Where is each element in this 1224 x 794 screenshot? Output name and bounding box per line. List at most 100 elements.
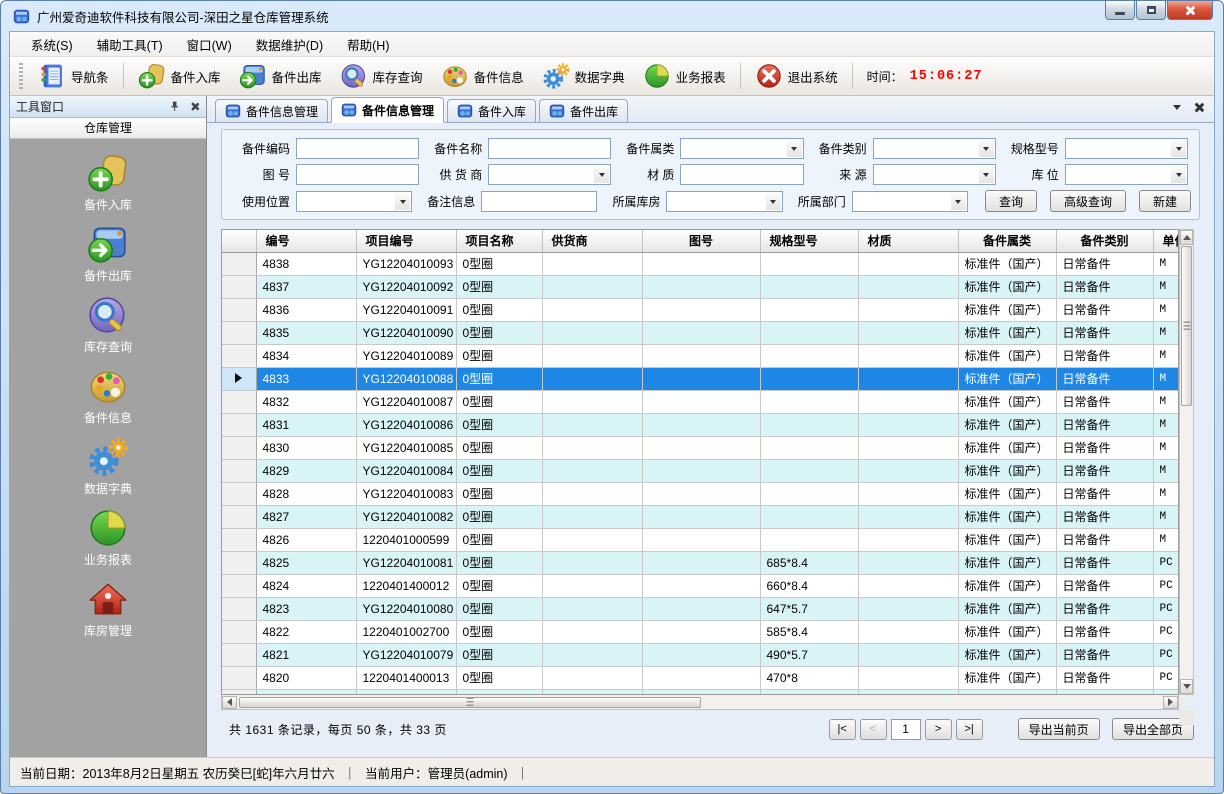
dropdown-arrow-icon[interactable] xyxy=(951,193,966,210)
filter-field-control[interactable] xyxy=(666,191,782,212)
close-button[interactable] xyxy=(1167,1,1213,20)
scroll-up-button[interactable] xyxy=(1180,230,1193,245)
menu-item[interactable]: 数据维护(D) xyxy=(245,32,334,57)
first-page-button[interactable]: |< xyxy=(829,719,856,740)
filter-button[interactable]: 新建 xyxy=(1139,190,1191,212)
toolbar-action-button[interactable]: 备件信息 xyxy=(433,59,532,93)
filter-field-control[interactable] xyxy=(296,138,419,159)
toolbar-grip[interactable] xyxy=(19,63,23,89)
menu-item[interactable]: 窗口(W) xyxy=(176,32,243,57)
scroll-left-button[interactable] xyxy=(222,696,237,709)
row-selector-cell[interactable] xyxy=(222,367,256,390)
row-selector-cell[interactable] xyxy=(222,620,256,643)
filter-field-control[interactable] xyxy=(481,191,597,212)
toolbar-action-button[interactable]: 数据字典 xyxy=(534,59,633,93)
row-selector-cell[interactable] xyxy=(222,459,256,482)
table-row[interactable]: 4822 1220401002700 0型圈 585*8.4 标准件（国产） xyxy=(222,620,1179,643)
table-row[interactable]: 4831 YG12204010086 0型圈 标准件（国产） xyxy=(222,413,1179,436)
table-row[interactable]: 4821 YG12204010079 0型圈 490*5.7 标准件（国产） xyxy=(222,643,1179,666)
dropdown-arrow-icon[interactable] xyxy=(1171,166,1186,183)
row-selector-cell[interactable] xyxy=(222,505,256,528)
dropdown-arrow-icon[interactable] xyxy=(594,166,609,183)
dropdown-arrow-icon[interactable] xyxy=(1171,140,1186,157)
filter-field-control[interactable] xyxy=(488,164,611,185)
filter-field-input[interactable] xyxy=(681,139,802,158)
sidebar-item[interactable]: 库房管理 xyxy=(84,578,132,639)
row-selector-cell[interactable] xyxy=(222,551,256,574)
table-row[interactable]: 4820 1220401400013 0型圈 470*8 标准件（国产） xyxy=(222,666,1179,689)
horizontal-scroll-thumb[interactable] xyxy=(239,697,701,708)
table-row[interactable]: 4829 YG12204010084 0型圈 标准件（国产） xyxy=(222,459,1179,482)
sidebar-item[interactable]: 备件入库 xyxy=(84,152,132,213)
prev-page-button[interactable]: < xyxy=(860,719,887,740)
menu-item[interactable]: 辅助工具(T) xyxy=(86,32,174,57)
page-number-input[interactable] xyxy=(891,719,921,740)
filter-button[interactable]: 高级查询 xyxy=(1050,190,1126,212)
filter-field-input[interactable] xyxy=(1066,139,1187,158)
table-row[interactable]: 4827 YG12204010082 0型圈 标准件（国产） xyxy=(222,505,1179,528)
dropdown-arrow-icon[interactable] xyxy=(395,193,410,210)
column-header[interactable]: 项目编号 xyxy=(356,230,456,252)
table-row[interactable]: 4826 1220401000599 0型圈 标准件（国产） xyxy=(222,528,1179,551)
menu-item[interactable]: 帮助(H) xyxy=(336,32,400,57)
filter-field-input[interactable] xyxy=(681,165,802,184)
vertical-scrollbar[interactable] xyxy=(1179,229,1194,695)
minimize-button[interactable] xyxy=(1105,1,1135,20)
filter-field-control[interactable] xyxy=(680,164,803,185)
toolbar-exit-button[interactable]: 退出系统 xyxy=(747,59,846,93)
row-selector-cell[interactable] xyxy=(222,436,256,459)
filter-field-control[interactable] xyxy=(1065,164,1188,185)
row-selector-cell[interactable] xyxy=(222,482,256,505)
filter-field-input[interactable] xyxy=(297,139,418,158)
export-current-page-button[interactable]: 导出当前页 xyxy=(1018,718,1100,740)
row-selector-cell[interactable] xyxy=(222,666,256,689)
sidebar-group-header[interactable]: 仓库管理 xyxy=(10,118,206,139)
sidebar-item[interactable]: 数据字典 xyxy=(84,436,132,497)
tab[interactable]: 备件出库 xyxy=(539,99,628,122)
table-row[interactable]: 4834 YG12204010089 0型圈 标准件（国产） xyxy=(222,344,1179,367)
sidebar-item[interactable]: 库存查询 xyxy=(84,294,132,355)
filter-field-control[interactable] xyxy=(296,191,412,212)
row-selector-cell[interactable] xyxy=(222,298,256,321)
vertical-scroll-thumb[interactable] xyxy=(1181,246,1192,406)
column-header[interactable]: 供货商 xyxy=(542,230,642,252)
filter-field-input[interactable] xyxy=(489,139,610,158)
tab[interactable]: 备件信息管理 xyxy=(215,99,328,122)
row-selector-cell[interactable] xyxy=(222,413,256,436)
filter-field-control[interactable] xyxy=(852,191,968,212)
tab-close-icon[interactable] xyxy=(1193,102,1204,113)
filter-field-control[interactable] xyxy=(1065,138,1188,159)
table-row[interactable]: 4835 YG12204010090 0型圈 标准件（国产） xyxy=(222,321,1179,344)
table-row[interactable]: 4830 YG12204010085 0型圈 标准件（国产） xyxy=(222,436,1179,459)
filter-field-control[interactable] xyxy=(680,138,803,159)
dropdown-arrow-icon[interactable] xyxy=(766,193,781,210)
toolbar-navbar-button[interactable]: 导航条 xyxy=(30,59,117,93)
table-row[interactable]: 4825 YG12204010081 0型圈 685*8.4 标准件（国产） xyxy=(222,551,1179,574)
filter-field-input[interactable] xyxy=(297,192,411,211)
table-row[interactable]: 4833 YG12204010088 0型圈 标准件（国产） xyxy=(222,367,1179,390)
filter-field-control[interactable] xyxy=(873,164,996,185)
dropdown-arrow-icon[interactable] xyxy=(979,140,994,157)
last-page-button[interactable]: >| xyxy=(956,719,983,740)
row-selector-cell[interactable] xyxy=(222,321,256,344)
table-row[interactable]: 4828 YG12204010083 0型圈 标准件（国产） xyxy=(222,482,1179,505)
toolbar-action-button[interactable]: 备件出库 xyxy=(231,59,330,93)
column-header[interactable]: 项目名称 xyxy=(456,230,542,252)
filter-field-control[interactable] xyxy=(296,164,419,185)
filter-field-control[interactable] xyxy=(873,138,996,159)
toolbar-action-button[interactable]: 备件入库 xyxy=(130,59,229,93)
filter-field-input[interactable] xyxy=(667,192,781,211)
column-header[interactable]: 备件类别 xyxy=(1056,230,1153,252)
table-row[interactable]: 4838 YG12204010093 0型圈 标准件（国产） xyxy=(222,252,1179,275)
table-row[interactable]: 4832 YG12204010087 0型圈 标准件（国产） xyxy=(222,390,1179,413)
filter-field-input[interactable] xyxy=(853,192,967,211)
row-selector-cell[interactable] xyxy=(222,390,256,413)
sidebar-item[interactable]: 业务报表 xyxy=(84,507,132,568)
toolbar-action-button[interactable]: 业务报表 xyxy=(635,59,734,93)
row-selector-cell[interactable] xyxy=(222,597,256,620)
row-selector-cell[interactable] xyxy=(222,252,256,275)
table-row[interactable]: 4836 YG12204010091 0型圈 标准件（国产） xyxy=(222,298,1179,321)
horizontal-scrollbar[interactable] xyxy=(221,695,1179,710)
scroll-down-button[interactable] xyxy=(1180,679,1193,694)
column-header[interactable]: 规格型号 xyxy=(760,230,858,252)
